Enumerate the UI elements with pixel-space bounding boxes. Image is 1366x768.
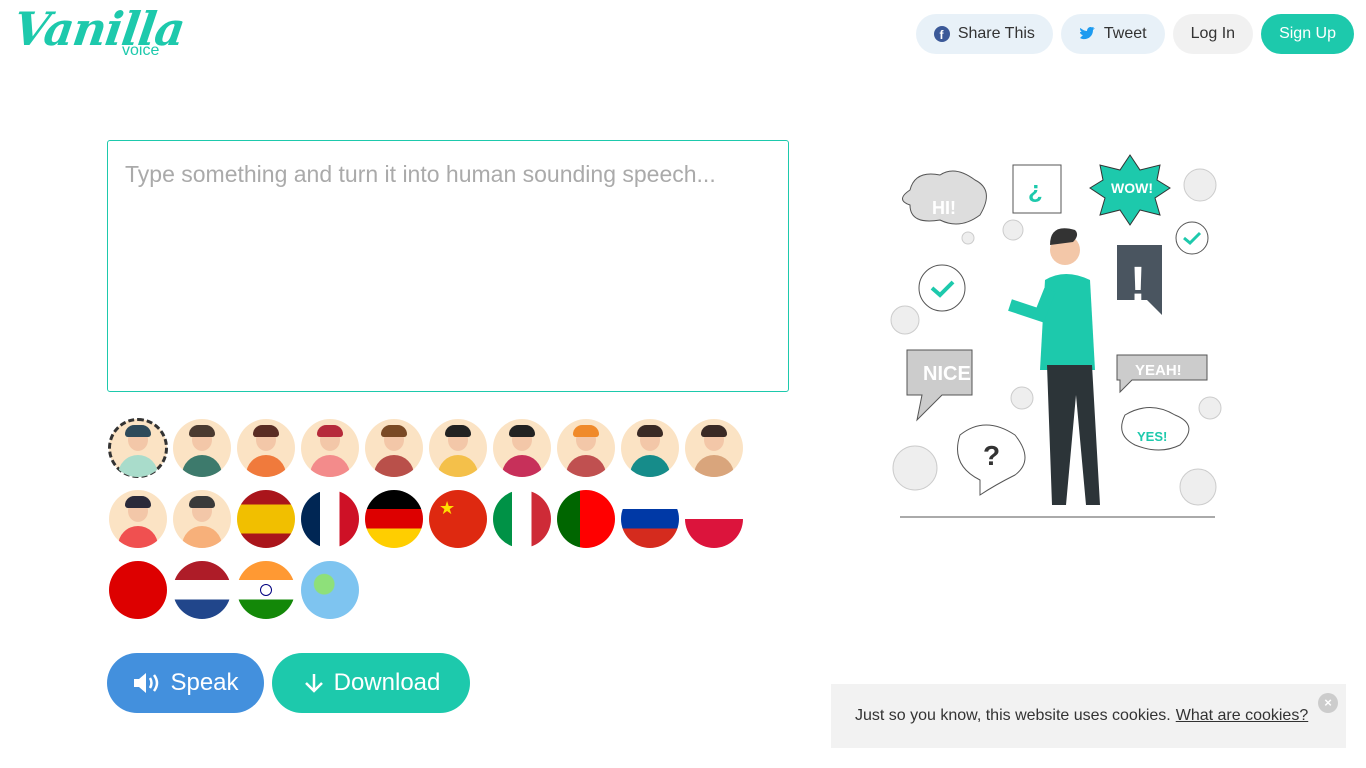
bubble-yes: YES! bbox=[1137, 429, 1167, 444]
share-label: Share This bbox=[957, 25, 1035, 42]
login-button[interactable]: Log In bbox=[1172, 14, 1254, 54]
logo[interactable]: Vanilla voice bbox=[10, 2, 188, 59]
hero-illustration: HI! ¿ WOW! ! NICE! YEAH! YES! ? bbox=[890, 154, 1222, 518]
logo-sub: voice bbox=[122, 42, 160, 59]
flag-italy[interactable] bbox=[493, 490, 551, 548]
logo-name: Vanilla bbox=[10, 2, 188, 56]
download-button[interactable]: Download bbox=[272, 653, 470, 713]
download-arrow-icon bbox=[304, 674, 323, 693]
voice-avatar-11[interactable] bbox=[109, 490, 167, 548]
voice-avatar-3[interactable] bbox=[237, 419, 295, 477]
bubble-nice: NICE! bbox=[923, 363, 977, 385]
voice-avatar-6[interactable] bbox=[429, 419, 487, 477]
flag-spain[interactable] bbox=[237, 490, 295, 548]
voice-avatar-8[interactable] bbox=[557, 419, 615, 477]
twitter-icon bbox=[1079, 27, 1095, 40]
cookie-text: Just so you know, this website uses cook… bbox=[855, 707, 1171, 724]
signup-button[interactable]: Sign Up bbox=[1261, 14, 1354, 54]
flag-netherlands[interactable] bbox=[173, 561, 231, 619]
tweet-label: Tweet bbox=[1103, 25, 1147, 42]
bubble-inv-q: ¿ bbox=[1028, 177, 1043, 204]
flag-poland[interactable] bbox=[685, 490, 743, 548]
flag-world[interactable] bbox=[301, 561, 359, 619]
flag-portugal[interactable] bbox=[557, 490, 615, 548]
cookie-info-link[interactable]: What are cookies? bbox=[1176, 707, 1309, 725]
voice-avatar-10[interactable] bbox=[685, 419, 743, 477]
voice-avatar-2[interactable] bbox=[173, 419, 231, 477]
bubble-hi: HI! bbox=[932, 198, 956, 218]
speak-button[interactable]: Speak bbox=[107, 653, 264, 713]
voice-avatar-7[interactable] bbox=[493, 419, 551, 477]
flag-japan[interactable] bbox=[109, 561, 167, 619]
flag-france[interactable] bbox=[301, 490, 359, 548]
bubble-excl: ! bbox=[1130, 258, 1146, 311]
download-label: Download bbox=[333, 669, 441, 696]
bubble-question: ? bbox=[983, 440, 1000, 471]
flag-germany[interactable] bbox=[365, 490, 423, 548]
flag-russia[interactable] bbox=[621, 490, 679, 548]
voice-avatar-1[interactable] bbox=[108, 418, 168, 478]
speak-label: Speak bbox=[170, 669, 239, 696]
tweet-button[interactable]: Tweet bbox=[1060, 14, 1165, 54]
voice-avatar-9[interactable] bbox=[621, 419, 679, 477]
speaker-icon bbox=[134, 673, 159, 693]
text-input[interactable] bbox=[107, 140, 789, 392]
bubble-yeah: YEAH! bbox=[1135, 362, 1182, 379]
flag-china[interactable]: ★ bbox=[429, 490, 487, 548]
voice-avatar-12[interactable] bbox=[173, 490, 231, 548]
top-nav: f Share This Tweet Log In Sign Up bbox=[915, 14, 1354, 54]
share-button[interactable]: f Share This bbox=[915, 14, 1053, 54]
bubble-wow: WOW! bbox=[1111, 180, 1153, 196]
voice-avatar-4[interactable] bbox=[301, 419, 359, 477]
voice-avatar-5[interactable] bbox=[365, 419, 423, 477]
facebook-icon: f bbox=[933, 26, 950, 42]
flag-india[interactable] bbox=[237, 561, 295, 619]
cookie-banner: Just so you know, this website uses cook… bbox=[831, 684, 1346, 748]
close-icon[interactable]: × bbox=[1318, 693, 1338, 713]
